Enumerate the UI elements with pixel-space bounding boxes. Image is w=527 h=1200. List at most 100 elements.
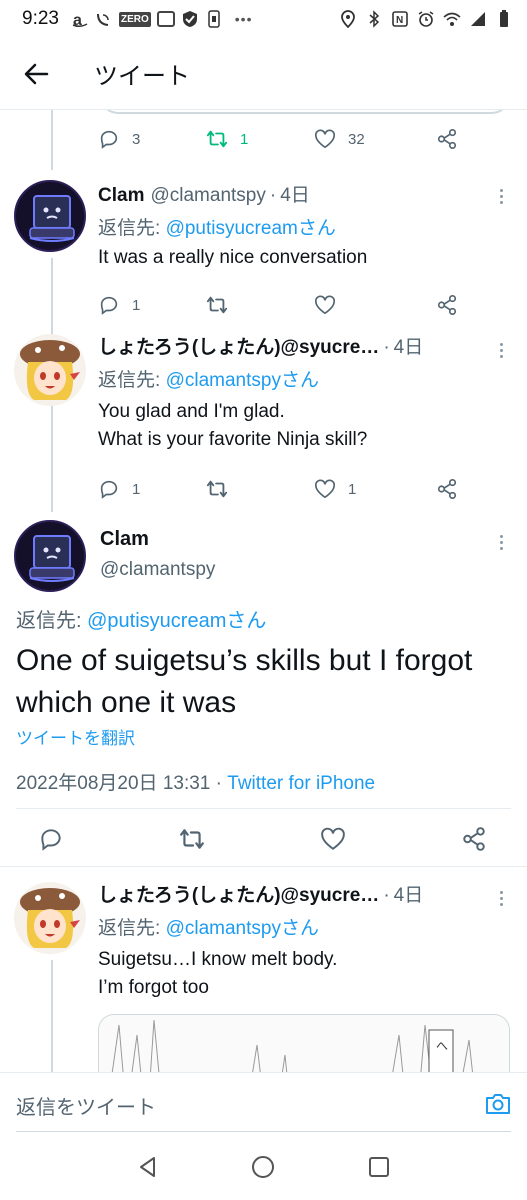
avatar[interactable]	[14, 334, 86, 406]
status-time: 9:23	[22, 8, 59, 29]
retweet-count: 1	[240, 130, 249, 148]
separator-dot: ·	[269, 185, 277, 206]
retweet-icon	[206, 296, 228, 314]
user-handle[interactable]: @clamantspy	[150, 185, 265, 207]
share-icon[interactable]	[461, 826, 487, 852]
page-title: ツイート	[94, 63, 190, 90]
reply-button[interactable]: 3	[98, 128, 206, 150]
wifi-icon	[443, 12, 461, 26]
more-dots-icon: •••	[234, 11, 253, 27]
avatar[interactable]	[14, 180, 86, 252]
battery-icon	[500, 10, 508, 27]
more-options-button[interactable]	[491, 532, 511, 552]
nav-recents-icon[interactable]	[366, 1154, 392, 1180]
tweet-datetime[interactable]: 2022年08月20日 13:31	[16, 773, 210, 794]
tweet-text-line: Suigetsu…I know melt body.	[98, 949, 338, 970]
thread-connector	[51, 960, 53, 1072]
tweet-reply[interactable]: しょたろう(しょたん)@syucre… · 4日 返信先: @clamantsp…	[0, 880, 527, 1072]
like-count: 1	[348, 480, 357, 498]
reply-input[interactable]: 返信をツイート	[16, 1091, 156, 1120]
thread-connector	[51, 406, 53, 512]
like-button[interactable]	[314, 294, 422, 316]
tweet-time: 4日	[280, 185, 310, 206]
main-tweet[interactable]: Clam @clamantspy 返信先: @putisyucreamさん On…	[0, 516, 527, 868]
separator-dot: ·	[210, 773, 228, 794]
tweet-text: You glad and I'm glad. What is your favo…	[98, 398, 507, 454]
shield-icon	[182, 11, 197, 27]
thread-connector	[51, 258, 53, 334]
share-icon	[437, 129, 457, 149]
location-icon	[341, 10, 355, 28]
share-button[interactable]	[436, 128, 458, 150]
reply-icon	[100, 130, 118, 149]
reply-icon	[100, 296, 118, 315]
nav-back-icon[interactable]	[135, 1154, 161, 1180]
reply-to-link[interactable]: @clamantspyさん	[166, 918, 319, 939]
reply-icon[interactable]	[38, 826, 64, 852]
reply-to-link[interactable]: @clamantspyさん	[166, 370, 319, 391]
reply-button[interactable]: 1	[98, 478, 206, 500]
sim-icon	[208, 10, 220, 28]
avatar[interactable]	[14, 520, 86, 592]
prev-tweet-actions: 3 1 32	[98, 128, 458, 150]
share-icon	[437, 479, 457, 499]
status-bar: 9:23 a ZERO ••• N	[0, 0, 527, 38]
like-button[interactable]: 32	[314, 128, 422, 150]
back-button[interactable]	[0, 38, 72, 110]
tweet-thread[interactable]: 3 1 32 Clam @clamantspy · 4日 返信先: @putis…	[0, 110, 527, 1072]
heart-icon	[315, 295, 335, 315]
signal-icon	[471, 12, 485, 26]
reply-to-prefix: 返信先:	[98, 918, 166, 939]
share-button[interactable]	[436, 478, 458, 500]
retweet-button[interactable]: 1	[206, 128, 314, 150]
tweet-text-line: It was a really nice conversation	[98, 247, 368, 268]
heart-icon	[315, 129, 335, 149]
retweet-button[interactable]	[206, 294, 314, 316]
reply-to-prefix: 返信先:	[98, 218, 166, 239]
camera-icon[interactable]	[483, 1089, 513, 1119]
divider	[16, 808, 511, 809]
display-name[interactable]: Clam	[100, 528, 215, 551]
top-header: ツイート	[0, 38, 527, 110]
retweet-button[interactable]	[206, 478, 314, 500]
avatar[interactable]	[14, 882, 86, 954]
heart-icon[interactable]	[320, 826, 346, 852]
tweet-text: One of suigetsu’s skills but I forgot wh…	[16, 644, 473, 719]
reply-count: 1	[132, 480, 141, 498]
heart-icon	[315, 479, 335, 499]
translate-tweet-link[interactable]: ツイートを翻訳	[16, 724, 135, 749]
reply-button[interactable]: 1	[98, 294, 206, 316]
user-handle[interactable]: @clamantspy	[100, 559, 215, 581]
reply-to-link[interactable]: @putisyucreamさん	[166, 218, 336, 239]
amazon-icon: a	[72, 12, 88, 28]
system-nav-bar	[0, 1134, 527, 1200]
tweet-text: Suigetsu…I know melt body. I’m forgot to…	[98, 946, 507, 1002]
reply-to-line: 返信先: @putisyucreamさん	[16, 604, 266, 633]
reply-to-line: 返信先: @putisyucreamさん	[98, 213, 507, 240]
main-tweet-actions	[38, 826, 487, 852]
like-button[interactable]: 1	[314, 478, 422, 500]
display-name[interactable]: Clam	[98, 185, 144, 207]
app-icon	[156, 11, 175, 27]
share-icon	[437, 295, 457, 315]
display-name[interactable]: しょたろう(しょたん)@syucre…	[98, 332, 379, 359]
display-name[interactable]: しょたろう(しょたん)@syucre…	[98, 880, 379, 907]
tweet-reply[interactable]: Clam @clamantspy · 4日 返信先: @putisyucream…	[0, 174, 527, 322]
retweet-icon[interactable]	[179, 826, 205, 852]
reply-to-prefix: 返信先:	[98, 370, 166, 391]
tweet-text: It was a really nice conversation	[98, 244, 507, 272]
share-button[interactable]	[436, 294, 458, 316]
tweet-time: 4日	[393, 337, 424, 358]
retweet-icon	[206, 480, 228, 498]
tweet-source-link[interactable]: Twitter for iPhone	[227, 773, 375, 794]
tweet-reply[interactable]: しょたろう(しょたん)@syucre… · 4日 返信先: @clamantsp…	[0, 332, 527, 516]
reply-to-link[interactable]: @putisyucreamさん	[87, 610, 266, 632]
reply-count: 1	[132, 296, 141, 314]
quoted-tweet-card[interactable]	[100, 110, 510, 114]
reply-composer: 返信をツイート	[0, 1072, 527, 1134]
nav-home-icon[interactable]	[250, 1154, 276, 1180]
arrow-left-icon	[24, 63, 49, 84]
tweet-image[interactable]: へ	[98, 1014, 510, 1072]
shotaro-avatar-image	[20, 340, 80, 400]
tweet-meta: 2022年08月20日 13:31 · Twitter for iPhone	[16, 768, 375, 795]
